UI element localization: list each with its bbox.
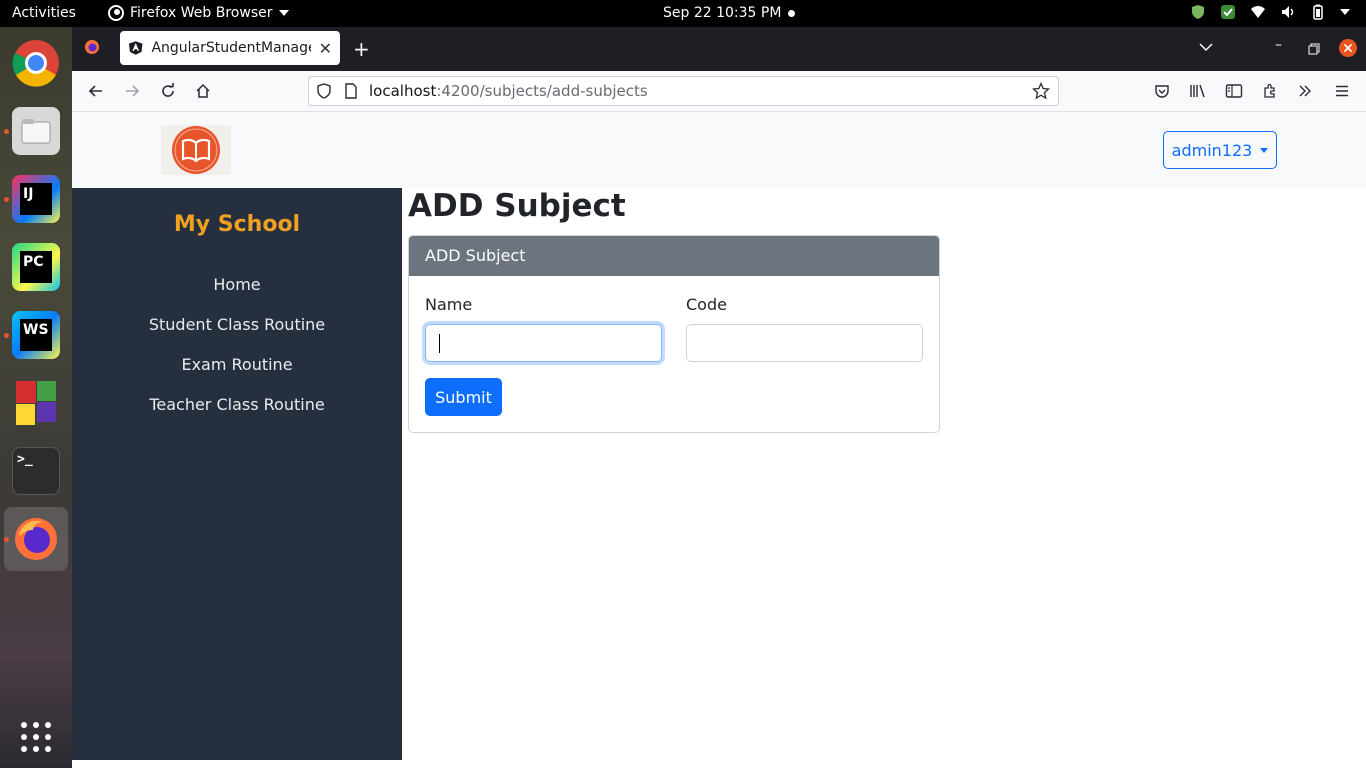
close-icon[interactable]: ✕ xyxy=(319,39,332,58)
back-icon[interactable] xyxy=(85,80,107,102)
intellij-icon[interactable]: IJ xyxy=(12,175,60,223)
firefox-view-icon[interactable] xyxy=(84,39,100,59)
firefox-icon[interactable] xyxy=(4,507,68,571)
name-label: Name xyxy=(425,295,473,314)
sidebar-item-student-class-routine[interactable]: Student Class Routine xyxy=(72,315,402,334)
wifi-icon[interactable] xyxy=(1250,4,1266,20)
tab-strip: AngularStudentManagement ✕ + – xyxy=(72,27,1366,71)
navigation-toolbar: localhost:4200/subjects/add-subjects xyxy=(72,71,1366,112)
user-menu-label: admin123 xyxy=(1171,140,1253,160)
card-header: ADD Subject xyxy=(409,236,939,276)
chevron-down-icon[interactable] xyxy=(1340,9,1350,15)
tab-active[interactable]: AngularStudentManagement ✕ xyxy=(120,31,340,65)
sidebar-brand[interactable]: My School xyxy=(72,212,402,237)
page-title: ADD Subject xyxy=(408,188,626,224)
sidebar: My School Home Student Class Routine Exa… xyxy=(72,188,402,760)
caret-down-icon xyxy=(1260,147,1269,153)
new-tab-icon[interactable]: + xyxy=(353,37,370,61)
activities-button[interactable]: Activities xyxy=(12,5,76,21)
app-header: admin123 xyxy=(72,112,1366,188)
code-label: Code xyxy=(686,295,727,314)
url-path: :4200/subjects/add-subjects xyxy=(436,82,648,100)
forward-icon[interactable] xyxy=(121,80,143,102)
name-input[interactable] xyxy=(425,324,662,362)
webstorm-label: WS xyxy=(20,319,52,351)
firefox-app-icon xyxy=(108,5,124,21)
app-menu-label: Firefox Web Browser xyxy=(130,5,273,21)
update-icon[interactable] xyxy=(1220,4,1236,20)
close-window-icon[interactable] xyxy=(1338,38,1358,62)
system-top-bar: Activities Firefox Web Browser Sep 22 10… xyxy=(0,0,1366,27)
app-menu[interactable]: Firefox Web Browser xyxy=(108,5,289,21)
terminal-label: >_ xyxy=(17,452,33,467)
webstorm-icon[interactable]: WS xyxy=(12,311,60,359)
notification-dot xyxy=(788,10,795,17)
extensions-icon[interactable] xyxy=(1259,80,1281,102)
dock: IJ PC WS >_ xyxy=(0,27,72,768)
overflow-chevron-icon[interactable] xyxy=(1294,80,1316,102)
shield-icon[interactable] xyxy=(316,83,332,103)
intellij-label: IJ xyxy=(20,183,52,215)
url-host: localhost xyxy=(369,82,437,100)
reload-icon[interactable] xyxy=(157,80,179,102)
url-bar[interactable]: localhost:4200/subjects/add-subjects xyxy=(308,76,1059,106)
clock[interactable]: Sep 22 10:35 PM xyxy=(663,5,781,21)
chrome-icon[interactable] xyxy=(12,39,60,87)
web-page: admin123 My School Home Student Class Ro… xyxy=(72,112,1366,768)
pocket-icon[interactable] xyxy=(1151,80,1173,102)
angular-icon xyxy=(128,41,143,55)
page-info-icon[interactable] xyxy=(344,83,358,103)
system-tray[interactable] xyxy=(1190,4,1350,20)
pycharm-icon[interactable]: PC xyxy=(12,243,60,291)
url-text[interactable]: localhost:4200/subjects/add-subjects xyxy=(369,82,648,100)
running-indicator xyxy=(4,537,9,542)
logo[interactable] xyxy=(161,125,231,175)
minimize-icon[interactable]: – xyxy=(1275,37,1282,53)
battery-icon[interactable] xyxy=(1310,4,1326,20)
volume-icon[interactable] xyxy=(1280,4,1296,20)
sidebar-icon[interactable] xyxy=(1223,80,1245,102)
sidebar-item-home[interactable]: Home xyxy=(72,275,402,294)
text-cursor xyxy=(439,334,440,353)
library-icon[interactable] xyxy=(1187,80,1209,102)
files-icon[interactable] xyxy=(12,107,60,155)
sidebar-item-exam-routine[interactable]: Exam Routine xyxy=(72,355,402,374)
user-menu-dropdown[interactable]: admin123 xyxy=(1163,131,1277,169)
running-indicator xyxy=(4,333,9,338)
home-icon[interactable] xyxy=(192,80,214,102)
running-indicator xyxy=(4,129,9,134)
submit-button[interactable]: Submit xyxy=(425,378,502,416)
running-indicator xyxy=(4,197,9,202)
tab-title: AngularStudentManagement xyxy=(151,40,310,56)
pycharm-label: PC xyxy=(20,251,52,283)
add-subject-card: ADD Subject Name Code Submit xyxy=(408,235,940,433)
show-apps-icon[interactable] xyxy=(12,713,60,761)
shield-icon[interactable] xyxy=(1190,4,1206,20)
app-grid-apps-icon[interactable] xyxy=(12,379,60,427)
code-input[interactable] xyxy=(686,324,923,362)
chevron-down-icon xyxy=(278,10,289,16)
sidebar-item-teacher-class-routine[interactable]: Teacher Class Routine xyxy=(72,395,402,414)
maximize-icon[interactable] xyxy=(1308,40,1320,59)
bookmark-star-icon[interactable] xyxy=(1031,81,1051,104)
terminal-icon[interactable]: >_ xyxy=(12,447,60,495)
book-icon xyxy=(172,126,220,174)
list-tabs-icon[interactable] xyxy=(1199,39,1213,58)
menu-icon[interactable] xyxy=(1331,80,1353,102)
